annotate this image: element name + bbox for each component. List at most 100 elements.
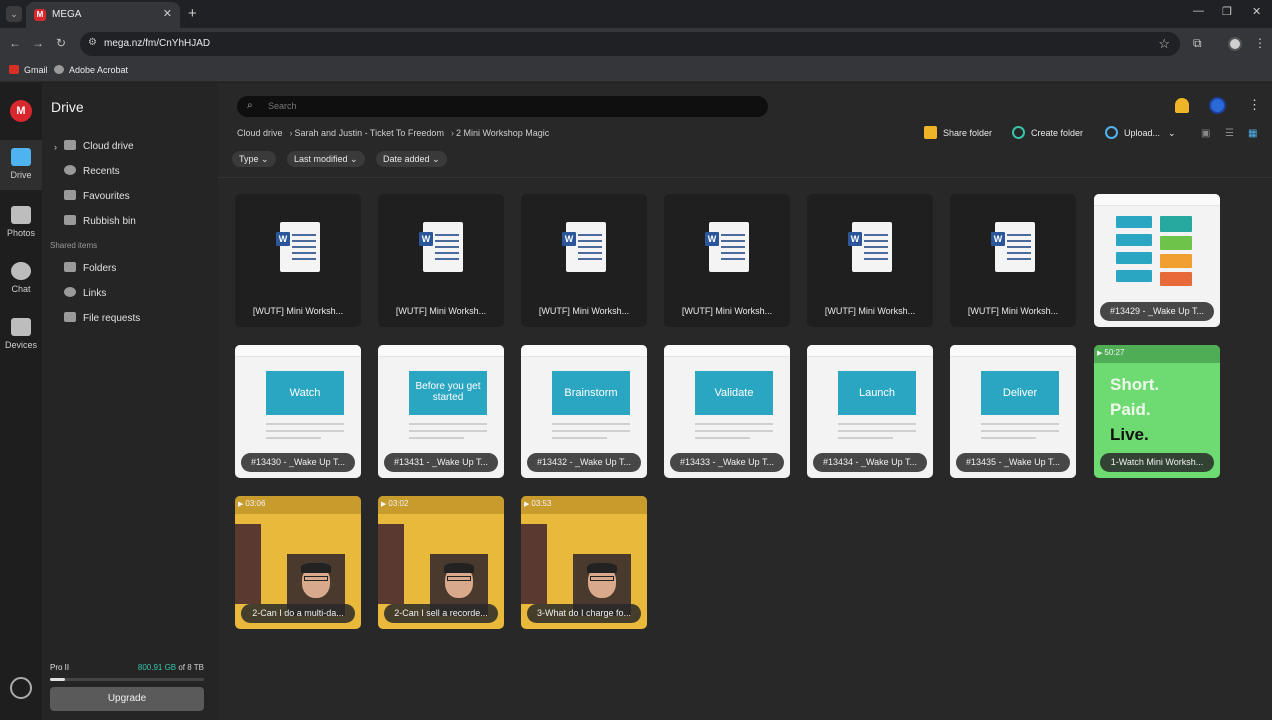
sidebar-item-file-requests[interactable]: File requests xyxy=(64,312,140,324)
account-avatar[interactable] xyxy=(1209,97,1226,114)
slide-banner: Watch xyxy=(266,371,344,415)
file-name: [WUTF] Mini Worksh... xyxy=(681,306,773,316)
rail-item-chat[interactable]: Chat xyxy=(0,262,42,294)
shared-folder-icon xyxy=(64,262,76,272)
file-tile-image[interactable]: Before you get started #13431 - _Wake Up… xyxy=(378,345,504,478)
chevron-down-icon: ⌄ xyxy=(261,154,269,164)
file-tile-image[interactable]: #13429 - _Wake Up T... xyxy=(1094,194,1220,327)
play-icon: ▶ xyxy=(524,501,530,508)
notifications-bell-icon[interactable] xyxy=(1175,98,1189,113)
thumbnail-header xyxy=(378,345,504,357)
sidebar-item-recents[interactable]: Recents xyxy=(64,165,120,177)
upgrade-button[interactable]: Upgrade xyxy=(50,687,204,711)
file-tile-doc[interactable]: W [WUTF] Mini Worksh... xyxy=(664,194,790,327)
word-doc-icon: W xyxy=(562,222,606,274)
window-close-icon[interactable]: ✕ xyxy=(1252,5,1261,18)
file-tile-image[interactable]: Deliver #13435 - _Wake Up T... xyxy=(950,345,1076,478)
file-tile-image[interactable]: Launch #13434 - _Wake Up T... xyxy=(807,345,933,478)
breadcrumb-item[interactable]: Cloud drive xyxy=(237,128,283,138)
back-icon[interactable]: ← xyxy=(9,36,21,50)
profile-avatar[interactable] xyxy=(1228,37,1242,51)
heart-icon xyxy=(64,190,76,200)
browser-tab[interactable]: M MEGA ✕ xyxy=(26,2,180,28)
search-input[interactable]: ⌕ Search xyxy=(237,96,768,117)
file-tile-doc[interactable]: W [WUTF] Mini Worksh... xyxy=(378,194,504,327)
address-bar[interactable]: ⚙ mega.nz/fm/CnYhHJAD ☆ xyxy=(80,32,1180,56)
play-icon: ▶ xyxy=(381,501,387,508)
rail-item-drive[interactable]: Drive xyxy=(0,140,42,190)
breadcrumb-item[interactable]: Sarah and Justin - Ticket To Freedom xyxy=(295,128,444,138)
cloud-icon xyxy=(64,140,76,150)
file-tile-video[interactable]: ▶ 03:06 2-Can I do a multi-da... xyxy=(235,496,361,629)
rail-item-photos[interactable]: Photos xyxy=(0,206,42,238)
play-icon: ▶ xyxy=(1097,350,1103,357)
restore-icon[interactable]: ❐ xyxy=(1222,5,1232,18)
breadcrumb-item[interactable]: 2 Mini Workshop Magic xyxy=(456,128,549,138)
folder-icon xyxy=(11,148,31,166)
file-tile-image[interactable]: Brainstorm #13432 - _Wake Up T... xyxy=(521,345,647,478)
transfers-icon[interactable] xyxy=(10,677,32,699)
sidebar-item-favourites[interactable]: Favourites xyxy=(64,190,130,202)
tab-close-icon[interactable]: ✕ xyxy=(163,7,172,20)
file-tile-video[interactable]: ▶ 03:02 2-Can I sell a recorde... xyxy=(378,496,504,629)
file-name: [WUTF] Mini Worksh... xyxy=(824,306,916,316)
file-name: #13431 - _Wake Up T... xyxy=(384,453,498,472)
bookmark-star-icon[interactable]: ☆ xyxy=(1158,36,1170,52)
file-tile-video[interactable]: ▶ 50:27 Short. Paid. Live. 1-Watch Mini W… xyxy=(1094,345,1220,478)
video-thumbnail-text: Short. Paid. Live. xyxy=(1110,375,1160,444)
forward-icon[interactable]: → xyxy=(32,36,44,50)
play-icon: ▶ xyxy=(238,501,244,508)
mega-logo[interactable]: M xyxy=(10,100,32,122)
file-tile-doc[interactable]: W [WUTF] Mini Worksh... xyxy=(521,194,647,327)
file-tile-image[interactable]: Validate #13433 - _Wake Up T... xyxy=(664,345,790,478)
thumbnail-header xyxy=(664,345,790,357)
file-tile-doc[interactable]: W [WUTF] Mini Worksh... xyxy=(235,194,361,327)
thumbnail-view-icon[interactable]: ▣ xyxy=(1201,128,1210,139)
word-doc-icon: W xyxy=(991,222,1035,274)
upload-button[interactable]: Upload... ⌄ xyxy=(1105,126,1176,139)
rail-item-devices[interactable]: Devices xyxy=(0,318,42,350)
share-folder-icon xyxy=(924,126,937,139)
file-name: #13434 - _Wake Up T... xyxy=(813,453,927,472)
sidebar-item-cloud-drive[interactable]: Cloud drive xyxy=(64,140,134,152)
sidebar-item-rubbish-bin[interactable]: Rubbish bin xyxy=(64,215,136,227)
site-info-icon[interactable]: ⚙ xyxy=(88,37,97,48)
chevron-down-icon: ⌄ xyxy=(350,154,358,164)
slide-banner: Brainstorm xyxy=(552,371,630,415)
minimize-icon[interactable]: — xyxy=(1193,5,1204,17)
video-duration: ▶ 03:02 xyxy=(381,499,409,508)
tab-search-icon[interactable]: ⌄ xyxy=(6,6,22,22)
more-menu-icon[interactable]: ⋮ xyxy=(1248,97,1261,113)
grid-view-icon[interactable]: ▦ xyxy=(1248,128,1257,139)
share-folder-button[interactable]: Share folder xyxy=(924,126,992,139)
file-tile-doc[interactable]: W [WUTF] Mini Worksh... xyxy=(950,194,1076,327)
bookmark-adobe-acrobat[interactable]: Adobe Acrobat xyxy=(54,65,128,75)
sidebar-item-folders[interactable]: Folders xyxy=(64,262,116,274)
file-name: #13430 - _Wake Up T... xyxy=(241,453,355,472)
filter-date-added[interactable]: Date added ⌄ xyxy=(376,151,447,167)
video-person-left xyxy=(378,524,404,604)
trash-icon xyxy=(64,215,76,225)
app-rail: M Drive Photos Chat Devices xyxy=(0,83,42,720)
create-folder-button[interactable]: Create folder xyxy=(1012,126,1083,139)
list-view-icon[interactable]: ☰ xyxy=(1225,128,1234,139)
reload-icon[interactable]: ↻ xyxy=(56,36,66,50)
devices-icon xyxy=(11,318,31,336)
sidebar-item-links[interactable]: Links xyxy=(64,287,106,299)
expand-chevron-icon[interactable]: › xyxy=(54,142,57,152)
new-tab-icon[interactable]: + xyxy=(188,5,197,22)
file-tile-image[interactable]: Watch #13430 - _Wake Up T... xyxy=(235,345,361,478)
link-icon xyxy=(64,287,76,297)
extensions-icon[interactable]: ⧉ xyxy=(1193,36,1202,51)
file-tile-video[interactable]: ▶ 03:53 3-What do I charge fo... xyxy=(521,496,647,629)
video-duration: ▶ 03:06 xyxy=(238,499,266,508)
filter-type[interactable]: Type ⌄ xyxy=(232,151,276,167)
mega-favicon-icon: M xyxy=(34,9,46,21)
search-placeholder: Search xyxy=(268,101,297,111)
filter-last-modified[interactable]: Last modified ⌄ xyxy=(287,151,365,167)
globe-icon xyxy=(54,65,64,74)
slide-text-lines xyxy=(266,423,344,444)
file-tile-doc[interactable]: W [WUTF] Mini Worksh... xyxy=(807,194,933,327)
bookmark-gmail[interactable]: Gmail xyxy=(9,65,48,75)
chrome-menu-icon[interactable]: ⋮ xyxy=(1254,36,1266,50)
